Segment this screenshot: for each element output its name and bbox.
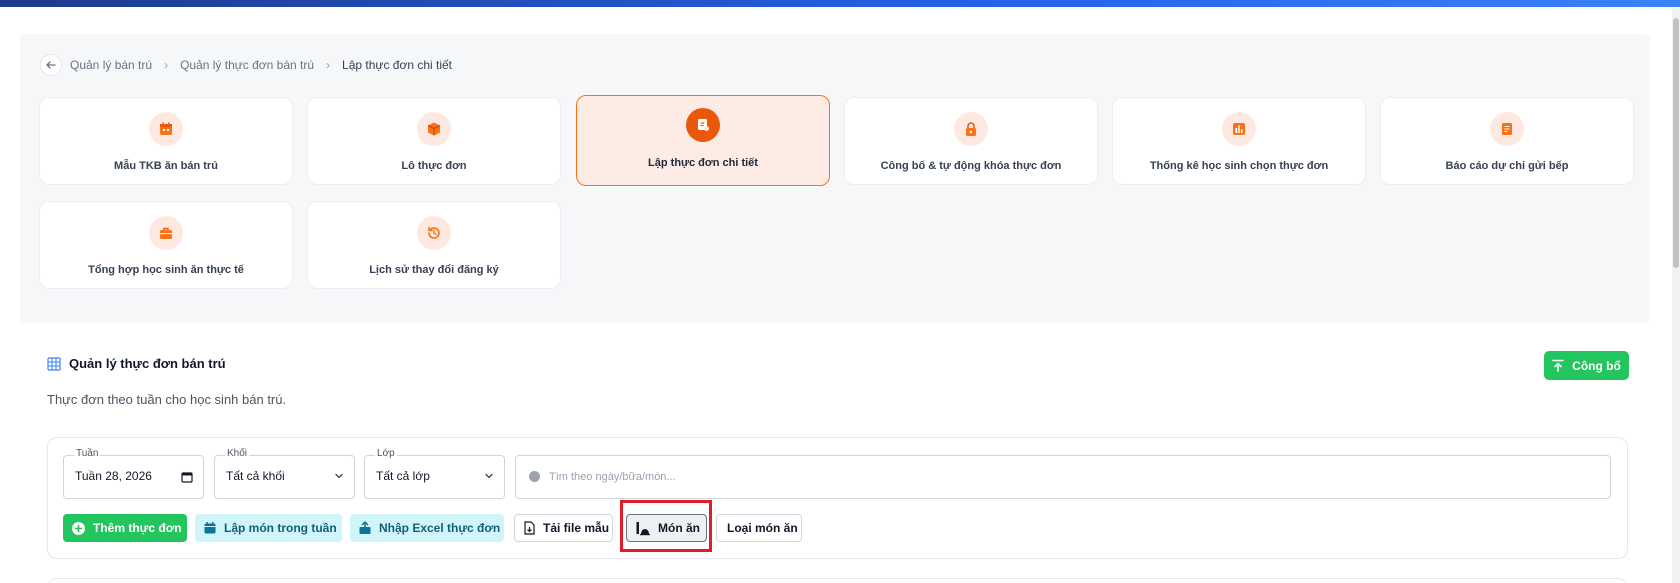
tile-actual-meal-summary[interactable]: Tổng hợp học sinh ăn thực tế [39,201,293,289]
box-icon [417,112,451,146]
calendar-icon [149,112,183,146]
arrow-left-icon [46,61,56,69]
tile-kitchen-budget-report[interactable]: Báo cáo dự chi gửi bếp [1380,97,1634,185]
recipe-icon [686,108,720,142]
dish-types-label: Loại món ăn [727,521,798,535]
tile-student-menu-stats[interactable]: Thống kê học sinh chọn thực đơn [1112,97,1366,185]
back-button[interactable] [40,54,62,76]
add-menu-label: Thêm thực đơn [93,521,182,535]
add-menu-button[interactable]: Thêm thực đơn [63,514,187,542]
tile-registration-history[interactable]: Lịch sử thay đổi đăng ký [307,201,561,289]
section-title-text: Quản lý thực đơn bán trú [69,356,226,371]
menu-table-card [47,578,1628,583]
bar-chart-icon [1222,112,1256,146]
chevron-down-icon [484,471,494,481]
top-gradient-bar [0,0,1680,7]
chevron-right-icon: › [326,58,331,72]
class-select-value: Tất cả lớp [376,469,430,483]
weekly-dishes-label: Lập món trong tuần [224,521,337,535]
tile-menu-batch[interactable]: Lô thực đơn [307,97,561,185]
grade-select-label: Khối [225,448,250,459]
breadcrumb-item-boarding[interactable]: Quản lý bán trú [70,58,152,72]
section-subtitle: Thực đơn theo tuần cho học sinh bán trú. [47,392,287,407]
import-excel-button[interactable]: Nhập Excel thực đơn [350,514,504,542]
import-excel-label: Nhập Excel thực đơn [379,521,501,535]
tile-label: Lịch sử thay đổi đăng ký [369,264,499,276]
publish-button[interactable]: Công bố [1544,351,1629,380]
calendar-picker-icon[interactable] [181,471,193,483]
import-icon [359,521,371,534]
tile-timetable-template[interactable]: Mẫu TKB ăn bán trú [39,97,293,185]
tile-label: Thống kê học sinh chọn thực đơn [1149,160,1329,172]
tile-label: Tổng hợp học sinh ăn thực tế [88,264,244,276]
page-scrollbar[interactable] [1672,8,1680,583]
plus-circle-icon [72,521,85,535]
briefcase-icon [149,216,183,250]
tile-label: Lập thực đơn chi tiết [648,157,758,169]
dish-types-button[interactable]: Loại món ăn [716,514,802,542]
class-select[interactable]: Lớp Tất cả lớp [364,448,505,499]
file-download-icon [524,521,535,535]
tile-label: Công bố & tự động khóa thực đơn [880,160,1062,172]
chevron-down-icon [334,471,344,481]
week-field-label: Tuần [74,448,101,459]
publish-button-label: Công bố [1572,358,1621,373]
tile-detailed-menu[interactable]: Lập thực đơn chi tiết [576,95,830,186]
lock-icon [954,112,988,146]
breadcrumb-item-menu-management[interactable]: Quản lý thực đơn bán trú [180,58,314,72]
download-template-button[interactable]: Tải file mẫu [514,514,613,542]
download-template-label: Tải file mẫu [543,521,610,535]
class-select-label: Lớp [375,448,397,459]
calendar-icon [204,522,216,534]
tile-label: Báo cáo dự chi gửi bếp [1445,160,1569,172]
grid-icon [47,356,61,371]
week-field-value: Tuần 28, 2026 [75,469,152,483]
scrollbar-thumb[interactable] [1673,18,1679,268]
search-input[interactable]: Tìm theo ngày/bữa/món... [515,455,1611,499]
weekly-dishes-button[interactable]: Lập món trong tuần [195,514,342,542]
tile-label: Mẫu TKB ăn bán trú [114,160,218,172]
history-icon [417,216,451,250]
grade-select-value: Tất cả khối [226,469,285,483]
report-icon [1490,112,1524,146]
week-field[interactable]: Tuần Tuần 28, 2026 [63,448,204,499]
highlight-box [620,500,712,552]
section-title: Quản lý thực đơn bán trú [47,356,226,371]
search-icon [528,470,541,483]
tile-label: Lô thực đơn [401,160,467,172]
search-placeholder: Tìm theo ngày/bữa/món... [549,471,676,483]
tile-publish-lock[interactable]: Công bố & tự động khóa thực đơn [844,97,1098,185]
grade-select[interactable]: Khối Tất cả khối [214,448,355,499]
upload-icon [1552,359,1564,372]
breadcrumb-current: Lập thực đơn chi tiết [342,58,453,72]
breadcrumb: Quản lý bán trú › Quản lý thực đơn bán t… [40,53,452,77]
chevron-right-icon: › [164,58,169,72]
